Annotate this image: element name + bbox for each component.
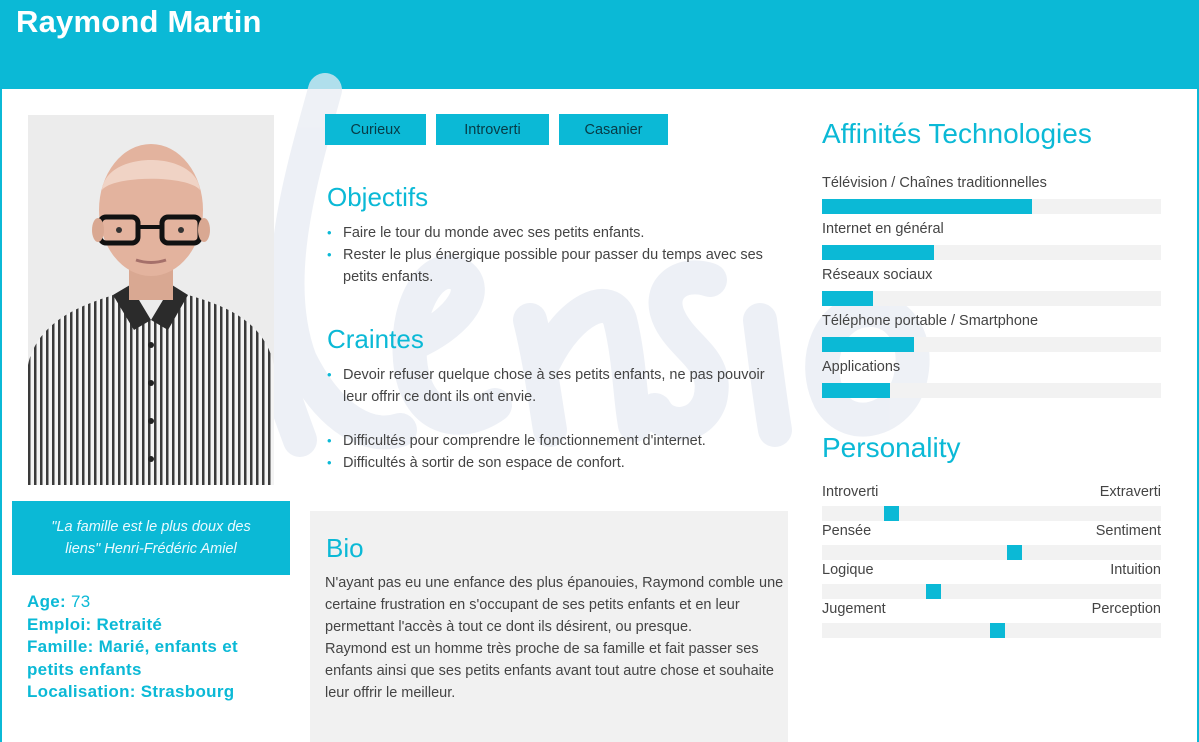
list-item: Difficultés à sortir de son espace de co… — [325, 452, 765, 474]
persona-facts: Age: 73 Emploi: Retraité Famille: Marié,… — [27, 591, 287, 704]
tech-bar-track — [822, 383, 1161, 398]
personality-marker — [926, 584, 941, 599]
personality-left-label: Introverti — [822, 484, 879, 500]
objectifs-list: Faire le tour du monde avec ses petits e… — [325, 222, 785, 288]
fact-famille: Famille: Marié, enfants et petits enfant… — [27, 637, 238, 679]
personality-left-label: Jugement — [822, 601, 886, 617]
persona-name: Raymond Martin — [16, 4, 262, 39]
header-bar: Raymond Martin — [0, 0, 1199, 89]
list-item: Faire le tour du monde avec ses petits e… — [325, 222, 785, 244]
tech-bar-fill — [822, 245, 934, 260]
tech-title: Affinités Technologies — [822, 118, 1092, 149]
objectifs-title: Objectifs — [327, 182, 429, 212]
bio-title: Bio — [326, 533, 364, 563]
tag-introverti: Introverti — [436, 114, 549, 145]
trait-tags: Curieux Introverti Casanier — [325, 114, 668, 145]
personality-left-label: Logique — [822, 562, 874, 578]
personality-right-label: Extraverti — [1099, 484, 1161, 500]
personality-track — [822, 545, 1161, 560]
list-item: Rester le plus énergique possible pour p… — [325, 244, 785, 288]
personality-left-label: Pensée — [822, 523, 872, 539]
tech-label: Réseaux sociaux — [822, 267, 933, 283]
personality-title: Personality — [822, 432, 961, 463]
persona-photo — [28, 115, 274, 485]
bio-text: N'ayant pas eu une enfance des plus épan… — [325, 572, 785, 704]
bio-paragraph: Raymond est un homme très proche de sa f… — [325, 641, 774, 701]
tech-bar-track — [822, 199, 1161, 214]
personality-track — [822, 506, 1161, 521]
persona-quote: "La famille est le plus doux des liens" … — [51, 519, 251, 557]
personality-right-label: Perception — [1091, 601, 1161, 617]
craintes-list: Devoir refuser quelque chose à ses petit… — [325, 364, 765, 474]
tech-bar-track — [822, 291, 1161, 306]
tech-bar-fill — [822, 199, 1032, 214]
quote-box: "La famille est le plus doux des liens" … — [12, 501, 290, 575]
list-item: Devoir refuser quelque chose à ses petit… — [325, 364, 765, 408]
personality-track — [822, 623, 1161, 638]
fact-emploi: Emploi: Retraité — [27, 614, 163, 634]
tech-bar-fill — [822, 337, 914, 352]
personality-marker — [884, 506, 899, 521]
tag-curieux: Curieux — [325, 114, 426, 145]
bio-paragraph: N'ayant pas eu une enfance des plus épan… — [325, 575, 784, 635]
fact-localisation: Localisation: Strasbourg — [27, 682, 235, 701]
portrait-image — [28, 115, 274, 485]
fact-age: Age: 73 — [27, 592, 91, 611]
tech-bar-fill — [822, 383, 890, 398]
tech-label: Télévision / Chaînes traditionnelles — [822, 175, 1047, 191]
list-item: Difficultés pour comprendre le fonctionn… — [325, 430, 765, 452]
personality-track — [822, 584, 1161, 599]
craintes-title: Craintes — [327, 324, 424, 354]
personality-right-label: Sentiment — [1095, 523, 1161, 539]
tech-bar-fill — [822, 291, 873, 306]
bio-section: Bio N'ayant pas eu une enfance des plus … — [310, 511, 788, 742]
tech-label: Téléphone portable / Smartphone — [822, 313, 1039, 329]
tag-casanier: Casanier — [559, 114, 668, 145]
tech-label: Internet en général — [822, 221, 944, 237]
tech-bar-track — [822, 337, 1161, 352]
tech-bar-track — [822, 245, 1161, 260]
personality-marker — [1007, 545, 1022, 560]
tech-label: Applications — [822, 359, 901, 375]
personality-marker — [990, 623, 1005, 638]
personality-right-label: Intuition — [1110, 562, 1161, 578]
